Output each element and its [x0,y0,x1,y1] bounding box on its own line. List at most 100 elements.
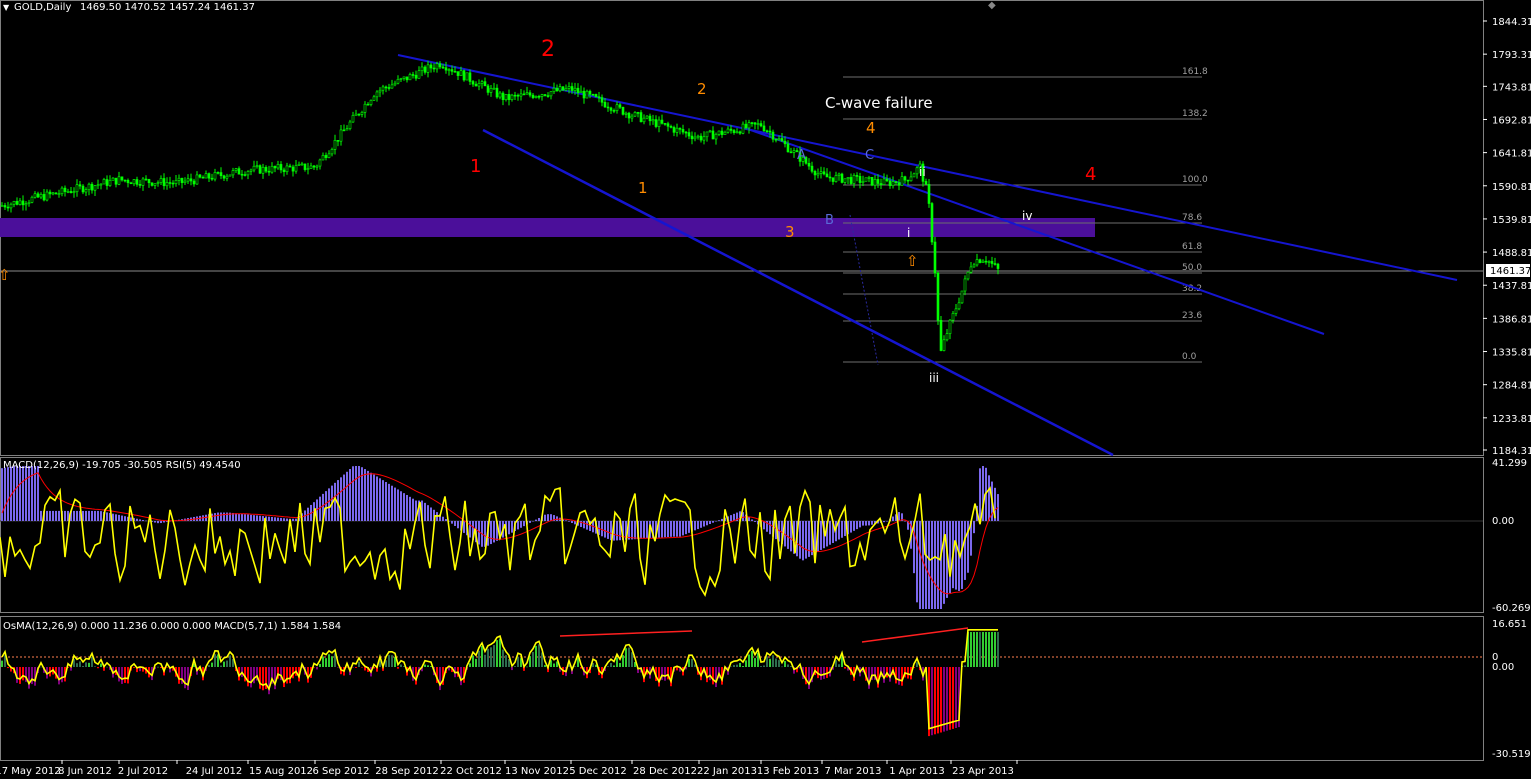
candle-body [672,127,676,133]
candle-body [711,130,715,140]
osma-bar [289,667,291,684]
candle-body [813,171,817,176]
time-tick-label: 1 Apr 2013 [889,766,944,777]
candle-body [636,112,640,114]
macd-bar [457,521,459,529]
price-tick-label: 1233.81 [1492,414,1531,425]
candle-body [933,241,937,274]
candle-body [783,140,787,145]
macd-bar [157,521,159,524]
candle-body [504,94,508,101]
macd-bar [586,521,588,530]
macd-bar [73,510,75,521]
osma-bar [439,667,441,691]
candle-body [807,162,811,167]
candle-body [159,178,163,183]
candle-body [987,261,991,263]
macd-bar [988,475,990,521]
price-tick-label: 1539.81 [1492,215,1531,226]
macd-bar [376,476,378,521]
candle-body [186,178,190,182]
macd-bar [76,510,78,521]
macd-bar [283,518,285,521]
candle-body [765,130,769,133]
candle-body [204,173,208,179]
candle-body [663,123,667,125]
candle-body [51,192,55,195]
osma-bar [352,667,354,668]
macd-bar [46,510,48,521]
time-tick-label: 23 Apr 2013 [952,766,1014,777]
candle-body [462,70,466,81]
macd-bar [256,515,258,521]
macd-bar [979,468,981,521]
macd-bar [403,493,405,521]
osma-bar [712,667,714,685]
candle-body [177,177,181,181]
candle-body [501,92,505,101]
symbol-label: GOLD,Daily [14,2,71,13]
macd-bar [583,521,585,529]
candle-body [840,173,844,183]
time-tick-label: 6 Sep 2012 [312,766,369,777]
candle-body [852,175,856,184]
macd-axis: 41.299 0.00 -60.269 [1492,458,1531,614]
candle-body [363,103,367,113]
macd-bar [250,514,252,521]
candle-body [309,165,313,169]
osma-bar [1,660,3,667]
osma-bar [955,667,957,728]
macd-bar [442,516,444,521]
macd-bar [394,487,396,521]
candle-body [18,200,22,205]
osma-bar [460,667,462,686]
candle-body [573,87,577,91]
candle-body [618,104,622,108]
osma-bar [124,667,126,683]
osma-bar [511,667,513,671]
candle-body [489,88,493,93]
annotation-c-wave-failure: C-wave failure [825,94,933,112]
osma-tick-label: 16.651 [1492,619,1527,630]
candle-body [597,96,601,99]
osma-bar [628,647,630,667]
macd-bar [721,518,723,521]
candle-body [993,263,997,265]
candle-body [348,121,352,129]
candle-body [516,94,520,97]
macd-bar [274,517,276,521]
candle-body [792,150,796,153]
macd-bar [409,496,411,521]
candle-body [201,176,205,179]
time-tick-label: 5 Dec 2012 [569,766,627,777]
scroll-marker-icon[interactable]: ◆ [988,0,996,11]
candle-body [36,193,40,198]
candle-body [510,94,514,100]
candle-body [681,129,685,133]
macd-bar [769,521,771,535]
macd-bar [88,510,90,521]
osma-bar [331,656,333,667]
candle-body [867,176,871,179]
fib-level-label: 61.8 [1182,242,1202,252]
candle-body [777,138,781,140]
time-tick-label: 8 Jun 2012 [58,766,112,777]
candle-body [594,94,598,98]
candle-body [483,81,487,87]
macd-bar [961,521,963,589]
time-tick-label: 15 Aug 2012 [249,766,313,777]
candle-body [366,103,370,106]
chart-menu-arrow[interactable]: ▼ [3,3,10,12]
price-tick-label: 1386.81 [1492,314,1531,325]
osma-bar [535,645,537,667]
candle-body [138,184,142,186]
osma-bar [760,666,762,667]
channel-lower-line [482,128,1114,457]
candle-body [996,263,1000,269]
macd-bar [508,521,510,535]
candle-body [393,82,397,86]
candle-body [54,192,58,195]
wave-label: B [825,213,834,228]
candle-body [279,164,283,171]
candle-body [531,94,535,98]
